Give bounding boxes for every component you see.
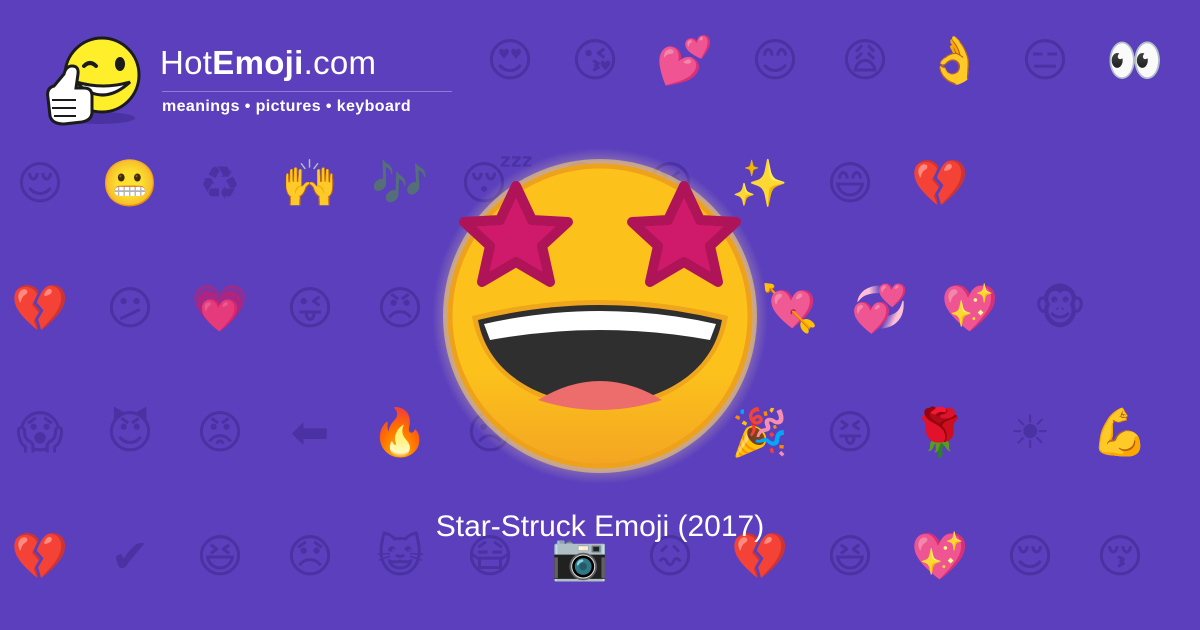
background-emoji-icon: 🎶 [371, 156, 429, 210]
background-emoji-icon: 💖 [941, 281, 999, 335]
background-emoji-icon: 😱 [16, 405, 64, 459]
background-emoji-icon: 😌 [16, 156, 64, 210]
background-emoji-icon: 😝 [826, 405, 874, 459]
background-emoji-icon: 💔 [911, 156, 969, 210]
background-emoji-icon: 💕 [656, 33, 714, 87]
site-tagline: meanings • pictures • keyboard [162, 98, 412, 115]
wordmark-bold: Emoji [212, 44, 304, 81]
background-emoji-icon: 💪 [1091, 405, 1149, 459]
background-emoji-icon: 😍 [486, 33, 534, 87]
background-emoji-icon: 😠 [376, 281, 424, 335]
background-emoji-icon: 🔥 [371, 405, 429, 459]
star-struck-face-icon [432, 148, 768, 484]
background-emoji-icon: 👌 [926, 33, 984, 87]
background-emoji-icon: ⬅ [290, 405, 330, 459]
background-emoji-icon: 💗 [191, 281, 249, 335]
background-emoji-icon: 😡 [196, 405, 244, 459]
thumbs-up-winking-face-icon [46, 36, 141, 126]
logo-divider [162, 91, 452, 92]
background-emoji-icon: 💔 [11, 281, 69, 335]
site-logo[interactable]: HotEmoji.com meanings • pictures • keybo… [40, 30, 480, 130]
background-emoji-icon: ♻ [199, 156, 241, 210]
background-emoji-icon: 😕 [106, 281, 154, 335]
emoji-caption: Star-Struck Emoji (2017) [435, 510, 765, 543]
background-emoji-icon: 🐵 [1033, 281, 1087, 335]
wordmark-suffix: .com [303, 44, 377, 81]
background-emoji-icon: 🙌 [281, 156, 339, 210]
background-emoji-icon: 😈 [106, 405, 154, 459]
background-emoji-icon: 😊 [751, 33, 799, 87]
site-wordmark: HotEmoji.com [160, 44, 376, 82]
background-emoji-icon: 💘 [761, 281, 819, 335]
background-emoji-icon: 😑 [1021, 33, 1069, 87]
background-emoji-icon: 😬 [101, 156, 159, 210]
wordmark-prefix: Hot [160, 44, 213, 81]
background-emoji-icon: 🌹 [911, 405, 969, 459]
background-emoji-icon: 💞 [851, 281, 909, 335]
background-emoji-icon: 😘 [571, 33, 619, 87]
background-emoji-icon: 😄 [826, 156, 874, 210]
background-emoji-icon: 😩 [841, 33, 889, 87]
background-emoji-icon: ☀ [1009, 405, 1051, 459]
background-emoji-icon: 👀 [1106, 33, 1164, 87]
background-emoji-icon: 😜 [286, 281, 334, 335]
